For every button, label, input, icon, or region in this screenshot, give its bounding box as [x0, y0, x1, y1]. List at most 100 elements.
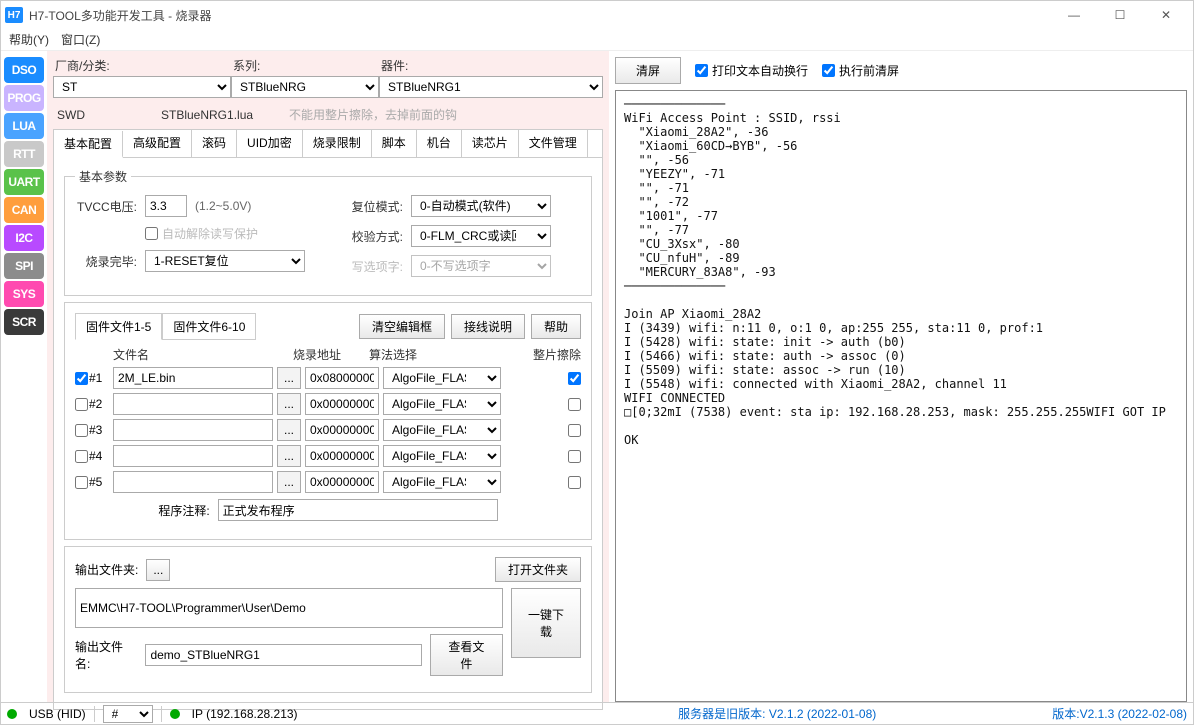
sidebar-lua[interactable]: LUA	[4, 113, 44, 139]
file-addr-input[interactable]	[305, 471, 379, 493]
vendor-select[interactable]: ST	[53, 76, 231, 98]
tab-1[interactable]: 高级配置	[123, 130, 192, 157]
app-version: 版本:V2.1.3 (2022-02-08)	[1052, 705, 1187, 722]
sidebar-dso[interactable]: DSO	[4, 57, 44, 83]
tvcc-input[interactable]	[145, 195, 187, 217]
output-name-input[interactable]	[145, 644, 421, 666]
sidebar-uart[interactable]: UART	[4, 169, 44, 195]
file-tab-6-10[interactable]: 固件文件6-10	[162, 313, 256, 340]
file-addr-input[interactable]	[305, 419, 379, 441]
file-addr-input[interactable]	[305, 367, 379, 389]
file-browse-button[interactable]: ...	[277, 367, 301, 389]
tab-3[interactable]: UID加密	[237, 130, 303, 157]
vendor-label: 厂商/分类:	[53, 57, 231, 74]
wrap-check[interactable]	[695, 64, 708, 77]
note-label: 程序注释:	[158, 502, 209, 519]
file-name-input[interactable]	[113, 367, 273, 389]
wropt-label: 写选项字:	[343, 258, 403, 275]
tab-2[interactable]: 滚码	[192, 130, 237, 157]
menu-window[interactable]: 窗口(Z)	[61, 31, 100, 48]
log-output[interactable]: ────────────── WiFi Access Point : SSID,…	[615, 90, 1187, 702]
file-browse-button[interactable]: ...	[277, 471, 301, 493]
file-algo-select[interactable]: AlgoFile_FLASH	[383, 367, 501, 389]
file-erase-check[interactable]	[568, 450, 581, 463]
file-enable-check[interactable]	[75, 476, 88, 489]
status-bar: USB (HID) #07 IP (192.168.28.213) 服务器是旧版…	[1, 702, 1193, 724]
note-input[interactable]	[218, 499, 498, 521]
download-button[interactable]: 一键下载	[511, 588, 581, 658]
verify-label: 校验方式:	[343, 228, 403, 245]
file-enable-check[interactable]	[75, 372, 88, 385]
preclear-label: 执行前清屏	[839, 62, 899, 79]
file-enable-check[interactable]	[75, 398, 88, 411]
auto-unprotect-check[interactable]	[145, 227, 158, 240]
tab-7[interactable]: 读芯片	[462, 130, 519, 157]
reset-select[interactable]: 0-自动模式(软件)	[411, 195, 551, 217]
view-file-button[interactable]: 查看文件	[430, 634, 503, 676]
tab-0[interactable]: 基本配置	[54, 131, 123, 158]
file-tab-1-5[interactable]: 固件文件1-5	[75, 313, 162, 340]
minimize-button[interactable]: —	[1051, 1, 1097, 29]
file-algo-select[interactable]: AlgoFile_FLASH	[383, 445, 501, 467]
debug-mode: SWD	[57, 108, 85, 122]
device-select[interactable]: STBlueNRG1	[379, 76, 603, 98]
tab-6[interactable]: 机台	[417, 130, 462, 157]
sidebar-spi[interactable]: SPI	[4, 253, 44, 279]
sidebar-can[interactable]: CAN	[4, 197, 44, 223]
firmware-files: 固件文件1-5 固件文件6-10 清空编辑框 接线说明 帮助 文件名	[64, 302, 592, 540]
output-folder-label: 输出文件夹:	[75, 561, 138, 578]
sidebar-scr[interactable]: SCR	[4, 309, 44, 335]
maximize-button[interactable]: ☐	[1097, 1, 1143, 29]
menu-help[interactable]: 帮助(Y)	[9, 31, 49, 48]
done-select[interactable]: 1-RESET复位	[145, 250, 305, 272]
file-algo-select[interactable]: AlgoFile_FLASH	[383, 393, 501, 415]
browse-folder-button[interactable]: ...	[146, 559, 170, 581]
file-algo-select[interactable]: AlgoFile_FLASH	[383, 471, 501, 493]
clear-edit-button[interactable]: 清空编辑框	[359, 314, 445, 339]
open-folder-button[interactable]: 打开文件夹	[495, 557, 581, 582]
tvcc-label: TVCC电压:	[75, 198, 137, 215]
basic-params: 基本参数 TVCC电压: (1.2~5.0V) 自动解除读	[64, 168, 592, 296]
file-erase-check[interactable]	[568, 424, 581, 437]
file-name-input[interactable]	[113, 393, 273, 415]
file-addr-input[interactable]	[305, 445, 379, 467]
file-name-header: 文件名	[113, 346, 293, 363]
ip-led-icon	[170, 709, 180, 719]
wropt-select[interactable]: 0-不写选项字	[411, 255, 551, 277]
sidebar-i2c[interactable]: I2C	[4, 225, 44, 251]
tab-8[interactable]: 文件管理	[519, 130, 588, 157]
file-erase-check[interactable]	[568, 476, 581, 489]
wrap-label: 打印文本自动换行	[712, 62, 808, 79]
slot-select[interactable]: #07	[103, 705, 153, 723]
help-button[interactable]: 帮助	[531, 314, 581, 339]
file-enable-check[interactable]	[75, 450, 88, 463]
file-algo-select[interactable]: AlgoFile_FLASH	[383, 419, 501, 441]
file-browse-button[interactable]: ...	[277, 393, 301, 415]
output-path-input[interactable]	[75, 588, 503, 628]
series-select[interactable]: STBlueNRG	[231, 76, 379, 98]
file-browse-button[interactable]: ...	[277, 445, 301, 467]
file-addr-input[interactable]	[305, 393, 379, 415]
file-browse-button[interactable]: ...	[277, 419, 301, 441]
file-enable-check[interactable]	[75, 424, 88, 437]
sidebar-rtt[interactable]: RTT	[4, 141, 44, 167]
close-button[interactable]: ✕	[1143, 1, 1189, 29]
file-name-input[interactable]	[113, 419, 273, 441]
wiring-button[interactable]: 接线说明	[451, 314, 525, 339]
clear-log-button[interactable]: 清屏	[615, 57, 681, 84]
sidebar-prog[interactable]: PROG	[4, 85, 44, 111]
device-label: 器件:	[379, 57, 603, 74]
app-icon: H7	[5, 7, 23, 23]
verify-select[interactable]: 0-FLM_CRC或读回校验	[411, 225, 551, 247]
sidebar-sys[interactable]: SYS	[4, 281, 44, 307]
file-row: #2...AlgoFile_FLASH	[75, 393, 581, 415]
file-erase-check[interactable]	[568, 372, 581, 385]
preclear-check[interactable]	[822, 64, 835, 77]
file-row: #1...AlgoFile_FLASH	[75, 367, 581, 389]
tab-5[interactable]: 脚本	[372, 130, 417, 157]
file-name-input[interactable]	[113, 471, 273, 493]
file-erase-check[interactable]	[568, 398, 581, 411]
file-name-input[interactable]	[113, 445, 273, 467]
output-name-label: 输出文件名:	[75, 638, 137, 672]
tab-4[interactable]: 烧录限制	[303, 130, 372, 157]
